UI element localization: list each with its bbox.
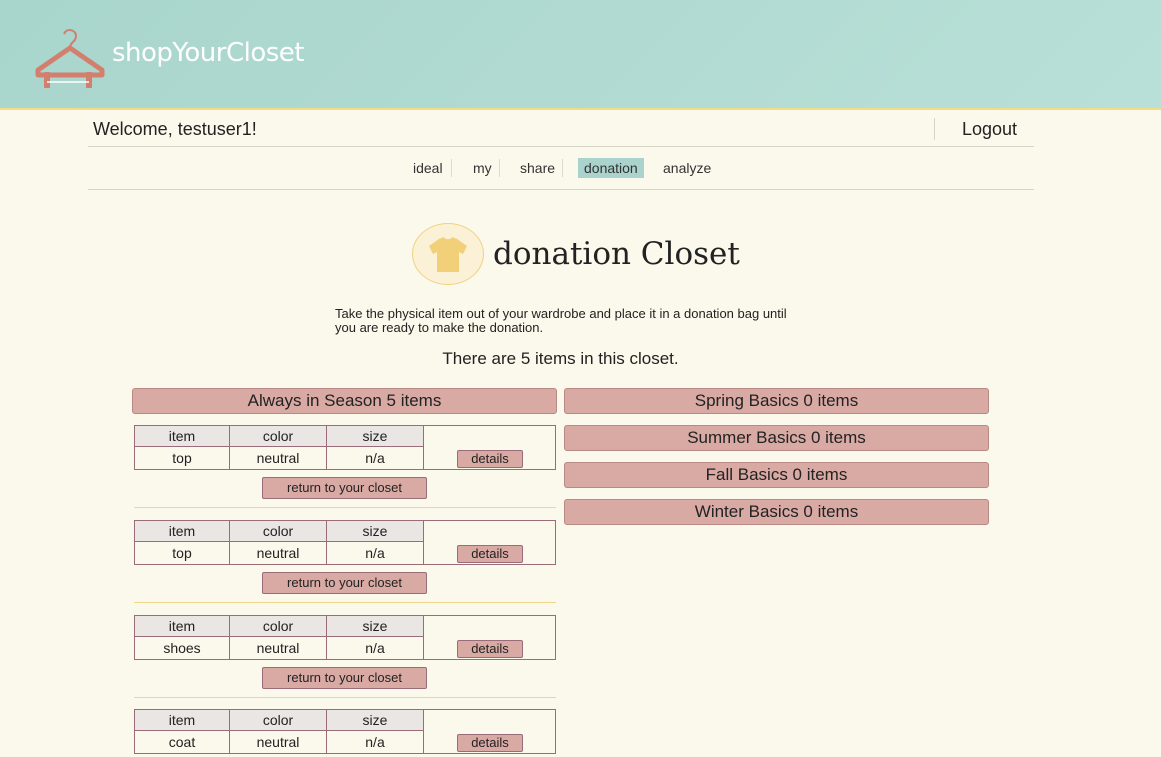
item-size: n/a xyxy=(327,447,424,469)
nav-item-my[interactable]: my xyxy=(467,158,498,178)
instructions-text: Take the physical item out of your wardr… xyxy=(335,306,787,335)
season-winter-basics[interactable]: Winter Basics 0 items xyxy=(564,499,989,525)
logout-divider xyxy=(934,118,935,140)
nav-divider xyxy=(499,159,500,177)
item-name: top xyxy=(135,542,230,564)
return-to-closet-button[interactable]: return to your closet xyxy=(262,667,427,689)
item-divider xyxy=(134,602,556,603)
logout-link[interactable]: Logout xyxy=(962,119,1017,140)
tshirt-icon xyxy=(429,237,467,272)
header-size: size xyxy=(327,710,424,731)
header-color: color xyxy=(230,616,327,637)
season-always-in-season[interactable]: Always in Season 5 items xyxy=(132,388,557,414)
nav-divider xyxy=(562,159,563,177)
details-button[interactable]: details xyxy=(457,640,523,658)
item-color: neutral xyxy=(230,731,327,753)
nav-item-donation[interactable]: donation xyxy=(578,158,644,178)
item-table: item color size top neutral n/a details xyxy=(134,520,556,565)
header-color: color xyxy=(230,521,327,542)
header-size: size xyxy=(327,426,424,447)
site-header: shopYourCloset xyxy=(0,0,1161,110)
header-color: color xyxy=(230,710,327,731)
return-to-closet-button[interactable]: return to your closet xyxy=(262,477,427,499)
item-color: neutral xyxy=(230,542,327,564)
item-table: item color size coat neutral n/a details xyxy=(134,709,556,754)
header-size: size xyxy=(327,521,424,542)
details-button[interactable]: details xyxy=(457,545,523,563)
header-item: item xyxy=(135,521,230,542)
nav-item-ideal[interactable]: ideal xyxy=(407,158,449,178)
season-summer-basics[interactable]: Summer Basics 0 items xyxy=(564,425,989,451)
header-item: item xyxy=(135,426,230,447)
title-icon-circle xyxy=(412,223,484,285)
return-to-closet-button[interactable]: return to your closet xyxy=(262,572,427,594)
header-item: item xyxy=(135,616,230,637)
welcome-text: Welcome, testuser1! xyxy=(93,119,257,139)
brand-name[interactable]: shopYourCloset xyxy=(112,38,304,68)
hanger-icon[interactable] xyxy=(34,22,106,90)
details-button[interactable]: details xyxy=(457,450,523,468)
item-color: neutral xyxy=(230,447,327,469)
nav-divider xyxy=(451,159,452,177)
item-size: n/a xyxy=(327,731,424,753)
closet-nav: ideal my share donation analyze xyxy=(88,147,1034,190)
item-count: There are 5 items in this closet. xyxy=(442,349,679,368)
header-item: item xyxy=(135,710,230,731)
header-color: color xyxy=(230,426,327,447)
season-fall-basics[interactable]: Fall Basics 0 items xyxy=(564,462,989,488)
season-spring-basics[interactable]: Spring Basics 0 items xyxy=(564,388,989,414)
item-name: shoes xyxy=(135,637,230,659)
nav-item-analyze[interactable]: analyze xyxy=(657,158,717,178)
item-name: top xyxy=(135,447,230,469)
page-title: donation Closet xyxy=(493,236,740,272)
item-divider xyxy=(134,697,556,698)
item-size: n/a xyxy=(327,542,424,564)
nav-item-share[interactable]: share xyxy=(514,158,561,178)
item-divider xyxy=(134,507,556,508)
item-table: item color size shoes neutral n/a detail… xyxy=(134,615,556,660)
item-table: item color size top neutral n/a details xyxy=(134,425,556,470)
item-name: coat xyxy=(135,731,230,753)
user-bar: Welcome, testuser1! Logout xyxy=(88,112,1034,147)
header-size: size xyxy=(327,616,424,637)
item-size: n/a xyxy=(327,637,424,659)
item-color: neutral xyxy=(230,637,327,659)
details-button[interactable]: details xyxy=(457,734,523,752)
